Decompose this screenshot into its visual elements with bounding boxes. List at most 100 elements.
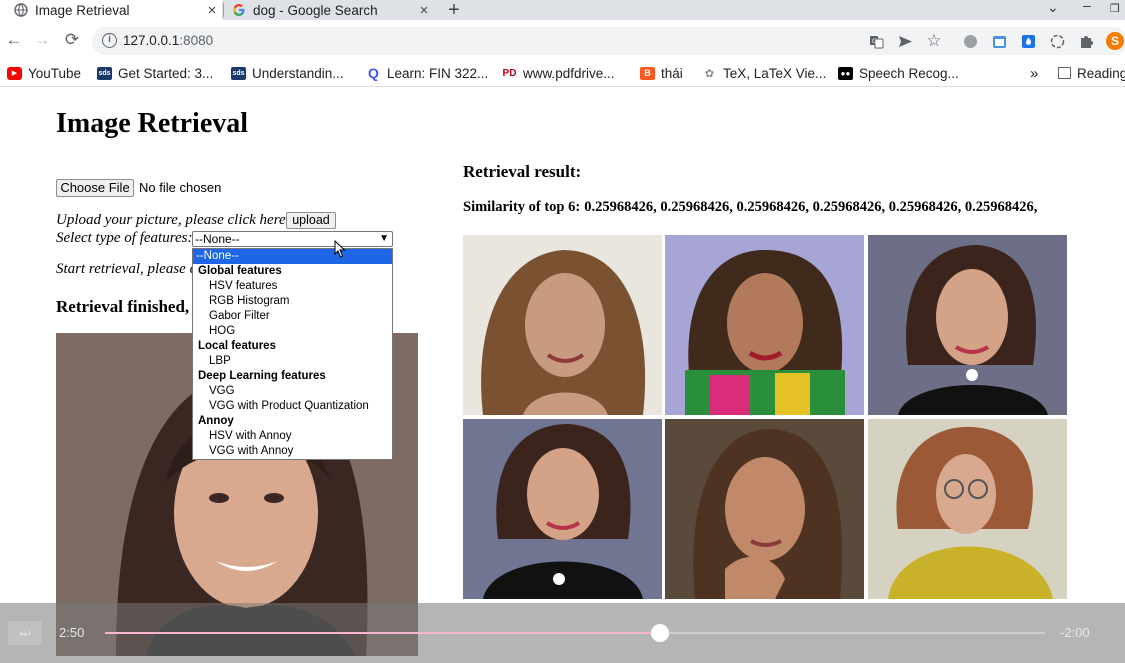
dropdown-option[interactable]: VGG with Product Quantization <box>193 399 392 414</box>
bookmark-favicon-icon: sds <box>231 66 246 80</box>
remaining-time: -2:00 <box>1060 625 1090 640</box>
dropdown-group-label: Annoy <box>198 415 234 427</box>
close-tab-icon[interactable]: × <box>202 2 222 19</box>
start-retrieval-label: Start retrieval, please c <box>56 261 197 277</box>
dropdown-option[interactable]: HSV features <box>193 279 392 294</box>
video-progress-track[interactable] <box>105 624 1045 642</box>
choose-file-button[interactable]: Choose File <box>56 179 134 197</box>
blogger-icon: B <box>640 66 655 80</box>
bookmark-youtube[interactable]: ▶ YouTube <box>7 64 81 82</box>
restore-icon[interactable]: ❐ <box>1110 2 1120 15</box>
reading-list-button[interactable]: Reading <box>1058 64 1125 82</box>
bookmark-label: YouTube <box>28 65 82 81</box>
result-image <box>665 419 864 599</box>
page-title: Image Retrieval <box>56 108 249 139</box>
dropdown-option[interactable]: VGG <box>193 384 392 399</box>
bookmark-get-started[interactable]: sds Get Started: 3... <box>97 64 213 82</box>
tex-icon: ✿ <box>702 66 717 80</box>
retrieval-result-title: Retrieval result: <box>463 162 582 181</box>
feature-select-value: --None-- <box>195 232 240 246</box>
bookmark-tex-latex[interactable]: ✿ TeX, LaTeX Vie... <box>702 64 826 82</box>
feature-select-label: Select type of features: <box>56 230 193 246</box>
globe-icon <box>14 3 28 17</box>
retrieval-finished-label: Retrieval finished, <box>56 297 190 316</box>
chevron-down-icon: ▼ <box>379 233 389 244</box>
mouse-cursor-icon <box>334 239 346 258</box>
upload-button[interactable]: upload <box>286 212 336 229</box>
dropdown-group-label: Local features <box>198 340 276 352</box>
bookmark-learn-fin[interactable]: Q Learn: FIN 322... <box>366 64 488 82</box>
dropdown-option[interactable]: LBP <box>193 354 392 369</box>
bookmark-label: Understandin... <box>252 65 344 81</box>
video-controls: ⏭ 2:50 -2:00 <box>0 603 1125 663</box>
send-icon[interactable] <box>897 33 913 49</box>
puzzle-icon[interactable] <box>1078 33 1094 49</box>
result-image <box>868 419 1067 599</box>
elapsed-time: 2:50 <box>59 625 85 640</box>
similarity-label: Similarity of top 6: <box>463 199 581 215</box>
tab-dog-google-search[interactable]: dog - Google Search × <box>224 0 434 20</box>
dropdown-option[interactable]: VGG with Annoy <box>193 444 392 459</box>
dropdown-option[interactable]: Gabor Filter <box>193 309 392 324</box>
translate-icon[interactable]: G <box>868 33 884 49</box>
bookmark-label: Get Started: 3... <box>118 65 214 81</box>
calendar-icon[interactable] <box>991 33 1007 49</box>
result-image <box>665 235 864 415</box>
upload-label: Upload your picture, please click here: <box>56 212 291 228</box>
dropdown-option[interactable]: HSV with Annoy <box>193 429 392 444</box>
result-image <box>463 235 662 415</box>
dropdown-option[interactable]: HOG <box>193 324 392 339</box>
bookmark-pdfdrive[interactable]: PD www.pdfdrive... <box>502 64 615 82</box>
google-g-icon <box>232 3 246 17</box>
pdfdrive-icon: PD <box>502 66 517 80</box>
url-host: 127.0.0.1 <box>123 33 180 48</box>
dropdown-option[interactable]: --None-- <box>193 249 392 264</box>
extension-circle-icon[interactable] <box>1049 33 1065 49</box>
info-icon[interactable]: i <box>102 33 117 48</box>
tab-title: dog - Google Search <box>253 2 378 18</box>
svg-text:G: G <box>872 38 877 45</box>
tab-image-retrieval[interactable]: Image Retrieval × <box>0 0 222 20</box>
reading-list-icon <box>1058 67 1071 79</box>
bookmarks-bar: ▶ YouTube sds Get Started: 3... sds Unde… <box>0 60 1125 87</box>
tab-strip: Image Retrieval × dog - Google Search × … <box>0 0 1125 22</box>
chevron-down-icon[interactable]: ⌄ <box>1047 0 1059 16</box>
url-text[interactable]: 127.0.0.1:8080 <box>123 33 213 48</box>
bookmark-label: Learn: FIN 322... <box>387 65 489 81</box>
star-icon[interactable]: ☆ <box>926 31 942 50</box>
medium-icon: ●● <box>838 66 853 80</box>
dropdown-option[interactable]: RGB Histogram <box>193 294 392 309</box>
reading-list-label: Reading <box>1077 65 1125 81</box>
bookmark-speech-recog[interactable]: ●● Speech Recog... <box>838 64 959 82</box>
new-tab-button[interactable]: + <box>442 0 466 22</box>
feature-dropdown-list[interactable]: --None-- Global features HSV features RGB H… <box>192 248 393 460</box>
similarity-scores: Similarity of top 6: 0.25968426, 0.259684… <box>463 199 1037 216</box>
bookmark-label: thái <box>661 65 683 81</box>
close-tab-icon[interactable]: × <box>414 2 434 19</box>
more-bookmarks-button[interactable]: » <box>1030 64 1038 82</box>
reload-icon[interactable]: ⟳ <box>62 30 82 50</box>
file-status: No file chosen <box>139 180 222 195</box>
address-bar[interactable]: i 127.0.0.1:8080 G ☆ S <box>92 27 1125 55</box>
skip-next-icon[interactable]: ⏭ <box>8 621 42 645</box>
similarity-values: 0.25968426, 0.25968426, 0.25968426, 0.25… <box>584 199 1038 215</box>
back-icon[interactable]: ← <box>4 30 24 50</box>
page-content: Image Retrieval Choose File No file chos… <box>0 88 1125 663</box>
bookmark-favicon-icon: sds <box>97 66 112 80</box>
profile-avatar[interactable]: S <box>1106 32 1124 50</box>
forward-icon[interactable]: → <box>32 30 52 50</box>
bookmark-understanding[interactable]: sds Understandin... <box>231 64 344 82</box>
dropdown-group-label: Global features <box>198 265 282 277</box>
extension-gray-icon[interactable] <box>962 33 978 49</box>
tab-title: Image Retrieval <box>35 2 130 18</box>
url-port: :8080 <box>179 33 214 48</box>
video-progress-handle[interactable] <box>650 624 669 642</box>
result-image <box>868 235 1067 415</box>
dropbox-icon[interactable] <box>1020 33 1036 49</box>
browser-toolbar: ← → ⟳ i 127.0.0.1:8080 G ☆ S <box>0 20 1125 60</box>
bookmark-label: www.pdfdrive... <box>523 65 615 81</box>
youtube-icon: ▶ <box>7 66 22 80</box>
minimize-icon[interactable]: – <box>1083 0 1091 13</box>
feature-type-select[interactable]: --None-- ▼ <box>192 231 393 247</box>
bookmark-thai[interactable]: B thái <box>640 64 683 82</box>
